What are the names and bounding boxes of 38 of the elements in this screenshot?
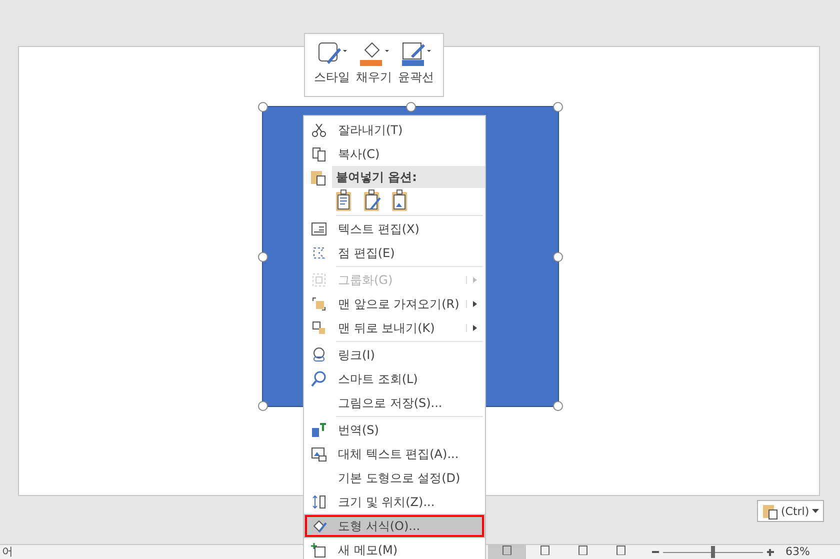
toolbar-button[interactable]: 스타일 <box>312 40 352 96</box>
menu-section-title: 붙여넣기 옵션: <box>332 166 485 188</box>
menu-item[interactable]: 링크(I) <box>304 343 485 367</box>
menu-item[interactable]: 도형 서식(O)... <box>304 514 485 538</box>
scissors-icon <box>311 122 327 138</box>
page-view-icon <box>576 545 589 555</box>
submenu-arrow-icon <box>466 324 479 332</box>
page-view-icon <box>614 545 627 555</box>
caret-icon <box>812 509 820 513</box>
menu-item[interactable]: 새 메모(M) <box>304 538 485 559</box>
menu-item[interactable]: 번역(S) <box>304 418 485 442</box>
lookup-icon <box>311 371 327 387</box>
submenu-arrow-icon <box>466 300 479 308</box>
page-view-icon <box>538 545 551 555</box>
zoom-thumb[interactable] <box>710 546 715 558</box>
menu-item[interactable]: 기본 도형으로 설정(D) <box>304 466 485 490</box>
menu-item[interactable]: 대체 텍스트 편집(A)... <box>304 442 485 466</box>
submenu-arrow-icon <box>466 276 479 284</box>
copy-icon <box>311 146 327 162</box>
zoom-in-button[interactable] <box>766 548 774 556</box>
zoom-level[interactable]: 63% <box>786 545 810 559</box>
clipboard-icon <box>762 502 778 520</box>
toolbar-button[interactable]: 윤곽선 <box>396 40 436 96</box>
menu-item[interactable]: 그림으로 저장(S)... <box>304 391 485 415</box>
menu-item[interactable]: 스마트 조회(L) <box>304 367 485 391</box>
view-button[interactable] <box>488 545 526 559</box>
menu-item[interactable]: 점 편집(E) <box>304 241 485 265</box>
toolbar-button[interactable]: 채우기 <box>354 40 394 96</box>
language-indicator[interactable]: 어 <box>2 545 13 559</box>
menu-item[interactable]: 잘라내기(T) <box>304 118 485 142</box>
menu-item[interactable]: 복사(C) <box>304 142 485 166</box>
clipboard-icon <box>310 168 326 186</box>
menu-item[interactable]: 크기 및 위치(Z)... <box>304 490 485 514</box>
menu-item[interactable]: 맨 앞으로 가져오기(R) <box>304 292 485 316</box>
paste-options-button[interactable]: (Ctrl) <box>757 500 824 522</box>
page-view-icon <box>500 545 513 555</box>
menu-item[interactable]: 맨 뒤로 보내기(K) <box>304 316 485 340</box>
menu-item[interactable]: 텍스트 편집(X) <box>304 217 485 241</box>
